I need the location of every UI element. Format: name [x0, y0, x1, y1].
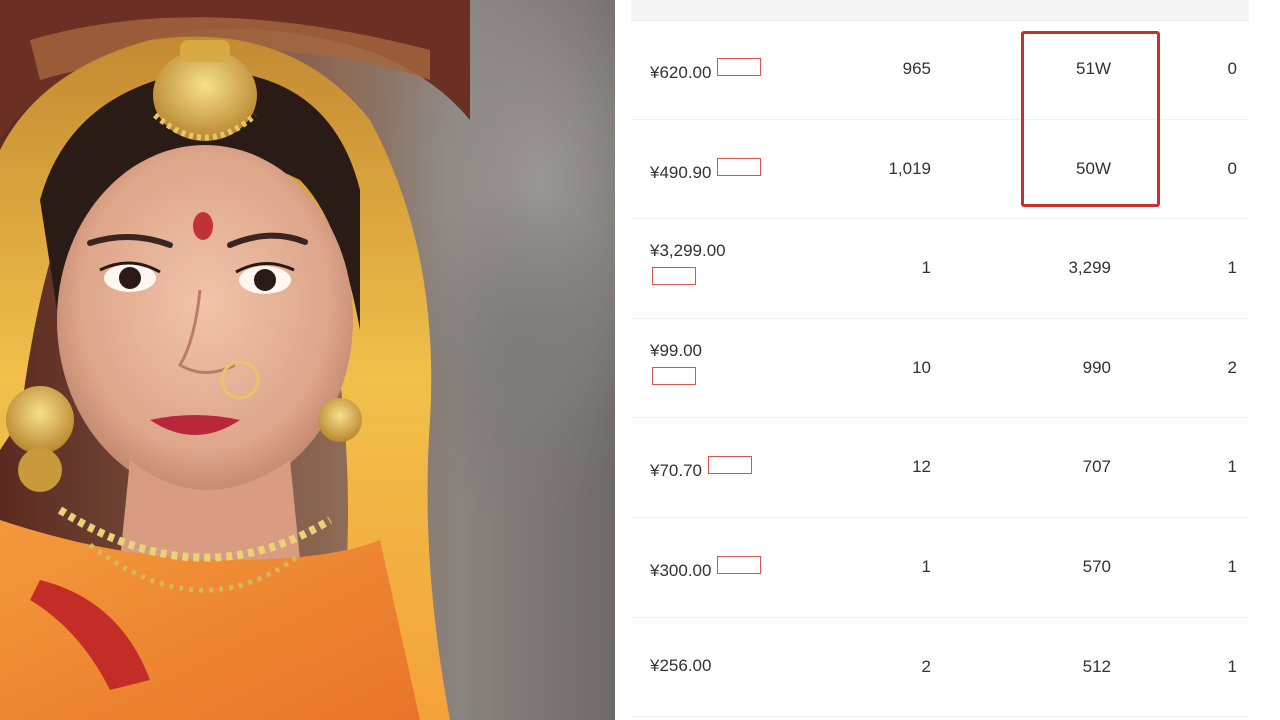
price-cell: ¥3,299.00 [650, 241, 726, 286]
amount-cell: 707 [1082, 457, 1111, 477]
portrait-illustration [0, 0, 470, 720]
discount-tag [717, 157, 762, 176]
quantity-cell: 2 [921, 656, 931, 676]
sales-table: ¥620.00 965 51W 0 ¥490.90 1,019 50W 0 ¥3… [631, 0, 1249, 720]
price-value: ¥300.00 [650, 560, 712, 580]
price-cell: ¥70.70 [650, 456, 752, 481]
price-cell: ¥99.00 [650, 341, 702, 385]
count-cell: 1 [1227, 556, 1237, 576]
quantity-cell: 10 [912, 357, 931, 377]
table-header [631, 0, 1249, 21]
discount-tag [708, 456, 752, 475]
price-cell: ¥620.00 [650, 58, 762, 83]
highlight-box [1021, 31, 1160, 207]
discount-tag [717, 555, 762, 574]
discount-tag [717, 58, 762, 76]
price-value: ¥256.00 [650, 655, 712, 675]
price-cell: ¥490.90 [650, 157, 762, 183]
quantity-cell: 1 [921, 556, 931, 576]
amount-cell: 990 [1082, 357, 1111, 377]
price-value: ¥3,299.00 [650, 241, 726, 261]
table-row: ¥99.00 10 990 2 [631, 319, 1249, 419]
quantity-cell: 1,019 [888, 158, 931, 178]
portrait-photo [0, 0, 615, 720]
price-value: ¥490.90 [650, 162, 712, 182]
price-value: ¥620.00 [650, 63, 712, 82]
price-value: ¥99.00 [650, 340, 702, 360]
discount-tag [652, 366, 696, 385]
price-cell: ¥256.00 [650, 656, 711, 676]
count-cell: 1 [1227, 457, 1237, 477]
table-row: ¥256.00 2 512 1 [631, 618, 1249, 718]
quantity-cell: 965 [902, 59, 931, 78]
count-cell: 1 [1227, 656, 1237, 676]
quantity-cell: 1 [921, 258, 931, 278]
table-row: ¥3,299.00 1 3,299 1 [631, 219, 1249, 319]
amount-cell: 570 [1082, 556, 1111, 576]
amount-cell: 512 [1082, 656, 1111, 676]
amount-cell: 3,299 [1068, 258, 1111, 278]
price-value: ¥70.70 [650, 461, 702, 481]
count-cell: 2 [1227, 357, 1237, 377]
count-cell: 0 [1227, 158, 1237, 178]
table-row: ¥70.70 12 707 1 [631, 418, 1249, 518]
count-cell: 1 [1227, 258, 1237, 278]
count-cell: 0 [1227, 59, 1237, 78]
price-cell: ¥300.00 [650, 555, 762, 581]
quantity-cell: 12 [912, 457, 931, 477]
discount-tag [652, 267, 696, 286]
panel-divider [615, 0, 631, 720]
table-row: ¥300.00 1 570 1 [631, 518, 1249, 618]
right-margin [1249, 0, 1280, 720]
